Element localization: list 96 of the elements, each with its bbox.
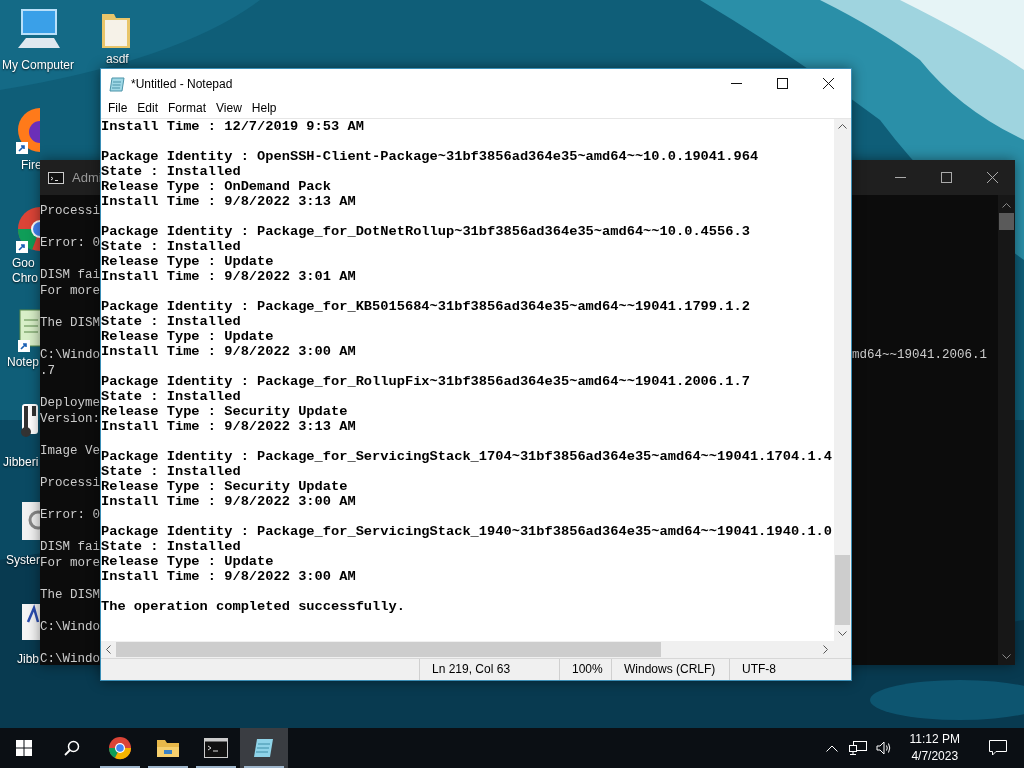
text-line: Install Time : 9/8/2022 3:13 AM [101, 194, 357, 209]
console-line: Version: [40, 411, 100, 427]
text-line: Install Time : 9/8/2022 3:01 AM [101, 269, 357, 284]
text-line: State : Installed [101, 314, 242, 329]
status-text: Ln 219, Col 63 [419, 659, 559, 680]
text-line: Release Type : Update [101, 254, 275, 269]
text-line: Install Time : 9/8/2022 3:13 AM [101, 419, 357, 434]
console-line: C:\Windo [40, 347, 100, 363]
text-line: Release Type : Security Update [101, 404, 349, 419]
scroll-up-icon[interactable] [1002, 203, 1011, 208]
console-line: md64~~19041.2006.1 [852, 347, 988, 363]
text-line: Package Identity : Package_for_DotNetRollup~31bf3856ad364e35~amd64~~10.0.4556.3 [101, 224, 751, 239]
scroll-right-icon[interactable] [823, 645, 828, 654]
menu-item[interactable]: View [211, 99, 247, 117]
speech-bubble-icon [989, 740, 1007, 756]
volume-icon[interactable] [875, 741, 892, 755]
desktop-icon-label: Goo [12, 256, 35, 271]
text-line: Package Identity : OpenSSH-Client-Package~31bf3856ad364e35~amd64~~10.0.19041.964 [101, 149, 760, 164]
desktop-icon-label: asdf [106, 52, 129, 67]
text-line: State : Installed [101, 389, 242, 404]
scroll-thumb[interactable] [116, 642, 661, 657]
text-line: Package Identity : Package_for_RollupFix~31bf3856ad364e35~amd64~~19041.2006.1.7 [101, 374, 751, 389]
console-line: The DISM [40, 315, 100, 331]
scroll-thumb[interactable] [835, 555, 850, 625]
text-line: State : Installed [101, 239, 242, 254]
folder-icon [156, 738, 180, 758]
console-line: C:\Windo [40, 651, 100, 665]
menu-item[interactable]: Edit [132, 99, 164, 117]
desktop-icon-label: Jibberi [3, 455, 39, 470]
console-line: Deployme [40, 395, 100, 411]
console-line: DISM fai [40, 267, 100, 283]
text-line: Package Identity : Package_for_KB5015684~31bf3856ad364e35~amd64~~19041.1799.1.2 [101, 299, 751, 314]
console-line: Error: 0 [40, 235, 100, 251]
desktop-icon-label: Jibb [17, 652, 39, 667]
terminal-icon [204, 738, 228, 758]
console-line: .7 [40, 363, 55, 379]
desktop-icon-label: My Computer [2, 58, 75, 73]
close-icon[interactable] [986, 172, 998, 183]
chevron-up-icon[interactable] [825, 744, 838, 752]
maximize-icon[interactable] [776, 78, 788, 89]
scroll-thumb[interactable] [999, 213, 1014, 230]
console-line: Processi [40, 475, 100, 491]
wheel-icon [108, 736, 132, 760]
scroll-left-icon[interactable] [106, 645, 111, 654]
console-line: C:\Windo [40, 619, 100, 635]
desktop-icon-label: Fire [21, 158, 42, 173]
console-line: For more [40, 556, 100, 571]
text-line: Package Identity : Package_for_ServicingStack_1940~31bf3856ad364e35~amd64~~19041.1940.1.0 [101, 524, 834, 539]
window-title: *Untitled - Notepad [131, 76, 233, 91]
close-icon[interactable] [822, 78, 834, 89]
text-line: State : Installed [101, 464, 242, 479]
scroll-down-icon[interactable] [1002, 654, 1011, 659]
text-line: State : Installed [101, 164, 242, 179]
text-line: Install Time : 9/8/2022 3:00 AM [101, 569, 357, 584]
minimize-icon[interactable] [894, 176, 906, 179]
text-line: Install Time : 9/8/2022 3:00 AM [101, 494, 357, 509]
status-text: UTF-8 [729, 659, 851, 680]
notepad-icon [109, 75, 125, 92]
terminal-icon [48, 171, 64, 184]
notepad-icon [252, 736, 276, 760]
console-line: For more [40, 283, 100, 299]
notepad-icon[interactable] [16, 308, 40, 354]
text-line: Release Type : Update [101, 329, 275, 344]
console-line: The DISM [40, 587, 100, 603]
text-line: State : Installed [101, 539, 242, 554]
scrollbar[interactable] [834, 119, 851, 641]
text-line: Release Type : OnDemand Pack [101, 179, 332, 194]
scroll-up-icon[interactable] [838, 124, 847, 129]
menu-item[interactable]: File [103, 99, 133, 117]
text-line: Package Identity : Package_for_ServicingStack_1704~31bf3856ad364e35~amd64~~19041.1704.1.4 [101, 449, 834, 464]
text-line: Install Time : 9/8/2022 3:00 AM [101, 344, 357, 359]
text-line: The operation completed successfully. [101, 599, 406, 614]
search-icon [64, 740, 80, 756]
windows-logo-icon [16, 740, 32, 756]
maximize-icon[interactable] [940, 172, 952, 183]
desktop-icon-label: Notep [7, 355, 40, 370]
status-text: 100% [559, 659, 611, 680]
console-line: Error: 0 [40, 507, 100, 523]
text-line: Install Time : 12/7/2019 9:53 AM [101, 119, 365, 134]
fox-icon[interactable] [14, 106, 40, 156]
console-line: DISM fai [40, 539, 100, 555]
network-icon[interactable] [848, 741, 867, 755]
clock[interactable]: 11:12 PM 4/7/2023 [899, 731, 970, 765]
minimize-icon[interactable] [730, 82, 742, 85]
desktop-icon-label: Chro [12, 271, 38, 286]
taskbar-app-button[interactable] [240, 728, 288, 768]
scroll-down-icon[interactable] [838, 631, 847, 636]
menu-item[interactable]: Help [246, 99, 282, 117]
text-line: Release Type : Update [101, 554, 275, 569]
desktop-icon-label: Syster [6, 553, 40, 568]
scrollbar[interactable] [998, 195, 1015, 665]
menu-item[interactable]: Format [163, 99, 212, 117]
text-line: Release Type : Security Update [101, 479, 349, 494]
console-line: Image Ve [40, 443, 100, 459]
status-text: Windows (CRLF) [611, 659, 729, 680]
console-line: Processi [40, 203, 100, 219]
